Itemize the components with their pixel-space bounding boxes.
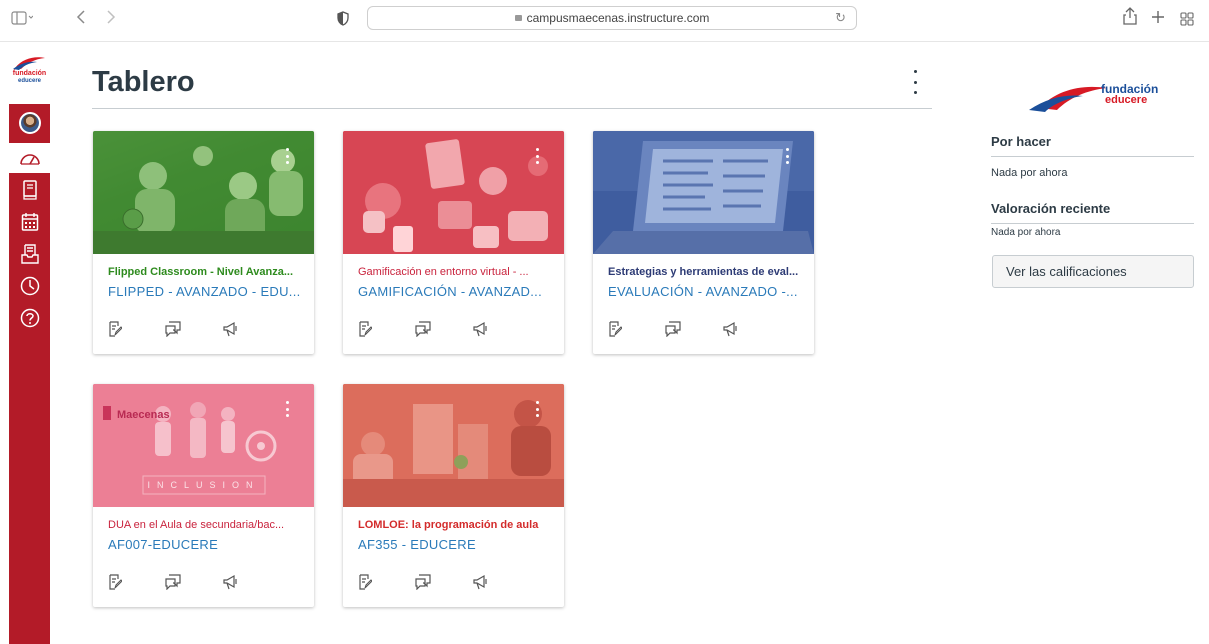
card-options-kebab-icon[interactable] — [536, 148, 540, 164]
share-icon[interactable] — [1123, 7, 1137, 29]
brand-logo: fundación educere — [1029, 80, 1159, 120]
nav-account[interactable] — [9, 108, 50, 138]
nav-inbox[interactable] — [9, 239, 50, 269]
right-sidebar: fundación educere Por hacer Nada por aho… — [991, 42, 1195, 644]
dashboard-main: Tablero Flipped Classroom - Nivel Avanza… — [92, 42, 932, 644]
url-text: campusmaecenas.instructure.com — [526, 11, 710, 25]
course-card-title[interactable]: Flipped Classroom - Nivel Avanza... — [108, 266, 303, 278]
course-card-title[interactable]: DUA en el Aula de secundaria/bac... — [108, 519, 303, 531]
avatar — [18, 112, 41, 134]
privacy-shield-icon[interactable] — [337, 10, 349, 30]
forward-icon[interactable] — [106, 9, 116, 29]
todo-heading: Por hacer — [991, 134, 1051, 149]
brand-line2: educere — [1105, 94, 1148, 106]
page-title: Tablero — [92, 66, 195, 98]
sidebar-toggle-icon[interactable] — [11, 9, 34, 29]
course-card-code: AF007-EDUCERE — [108, 537, 219, 552]
todo-empty-text: Nada por ahora — [991, 167, 1068, 179]
assignments-icon[interactable] — [358, 574, 374, 590]
discussions-icon[interactable] — [165, 321, 181, 338]
card-options-kebab-icon[interactable] — [786, 148, 790, 164]
address-bar[interactable]: campusmaecenas.instructure.com ↻ — [367, 6, 857, 30]
educere-logo-icon — [1029, 86, 1107, 112]
nav-history[interactable] — [9, 271, 50, 301]
assignments-icon[interactable] — [608, 321, 624, 337]
calendar-icon — [21, 213, 38, 231]
course-image-caption: INCLUSION — [147, 480, 260, 490]
announcements-icon[interactable] — [472, 321, 488, 337]
new-tab-icon[interactable] — [1151, 8, 1165, 28]
announcements-icon[interactable] — [722, 321, 738, 337]
announcements-icon[interactable] — [222, 321, 238, 337]
announcements-icon[interactable] — [222, 574, 238, 590]
global-navigation: fundación educere — [9, 42, 50, 644]
assignments-icon[interactable] — [108, 574, 124, 590]
assignments-icon[interactable] — [358, 321, 374, 337]
nav-logo-line1: fundación — [12, 70, 47, 77]
course-image-logo-text: Maecenas — [117, 409, 170, 421]
course-card-code: GAMIFICACIÓN - AVANZAD... — [358, 284, 542, 299]
back-icon[interactable] — [76, 9, 86, 29]
course-card[interactable]: Flipped Classroom - Nivel Avanza... FLIP… — [93, 131, 314, 354]
dashboard-icon — [19, 154, 40, 165]
course-card[interactable]: LOMLOE: la programación de aula AF355 - … — [343, 384, 564, 607]
course-card-image[interactable] — [343, 131, 564, 254]
dashboard-options-kebab-icon[interactable] — [910, 70, 920, 94]
card-options-kebab-icon[interactable] — [286, 148, 290, 164]
feedback-divider — [991, 223, 1194, 224]
discussions-icon[interactable] — [165, 574, 181, 591]
course-card-title[interactable]: Estrategias y herramientas de eval... — [608, 266, 803, 278]
clock-icon — [20, 276, 39, 296]
discussions-icon[interactable] — [665, 321, 681, 338]
course-card[interactable]: Maecenas INCLUSION DUA en el Aula de sec… — [93, 384, 314, 607]
tab-overview-icon[interactable] — [1180, 10, 1194, 30]
nav-logo-line2: educere — [17, 78, 41, 84]
course-card-image[interactable] — [593, 131, 814, 254]
assignments-icon[interactable] — [108, 321, 124, 337]
course-card-title[interactable]: Gamificación en entorno virtual - ... — [358, 266, 553, 278]
view-grades-button[interactable]: Ver las calificaciones — [992, 255, 1194, 288]
todo-divider — [991, 156, 1194, 157]
announcements-icon[interactable] — [472, 574, 488, 590]
nav-courses[interactable] — [9, 175, 50, 205]
card-options-kebab-icon[interactable] — [286, 401, 290, 417]
nav-calendar[interactable] — [9, 207, 50, 237]
course-card-image[interactable] — [343, 384, 564, 507]
course-card[interactable]: Gamificación en entorno virtual - ... GA… — [343, 131, 564, 354]
educere-logo-icon — [12, 57, 45, 70]
feedback-empty-text: Nada por ahora — [991, 227, 1061, 238]
course-card-title[interactable]: LOMLOE: la programación de aula — [358, 519, 553, 531]
course-card[interactable]: Estrategias y herramientas de eval... EV… — [593, 131, 814, 354]
inbox-icon — [20, 244, 39, 264]
course-card-image[interactable]: Maecenas INCLUSION — [93, 384, 314, 507]
lock-icon — [514, 15, 522, 21]
course-card-code: EVALUACIÓN - AVANZADO -... — [608, 284, 798, 299]
reload-icon[interactable]: ↻ — [835, 10, 846, 26]
course-card-image[interactable] — [93, 131, 314, 254]
card-options-kebab-icon[interactable] — [536, 401, 540, 417]
help-icon — [20, 308, 39, 328]
course-card-code: FLIPPED - AVANZADO - EDU... — [108, 284, 301, 299]
nav-logo[interactable]: fundación educere — [9, 54, 50, 94]
browser-toolbar: campusmaecenas.instructure.com ↻ — [0, 0, 1209, 42]
title-divider — [92, 108, 932, 109]
discussions-icon[interactable] — [415, 574, 431, 591]
nav-dashboard[interactable] — [9, 143, 50, 173]
discussions-icon[interactable] — [415, 321, 431, 338]
recent-feedback-heading: Valoración reciente — [991, 201, 1111, 216]
course-card-code: AF355 - EDUCERE — [358, 537, 476, 552]
nav-help[interactable] — [9, 303, 50, 333]
courses-icon — [22, 180, 37, 200]
